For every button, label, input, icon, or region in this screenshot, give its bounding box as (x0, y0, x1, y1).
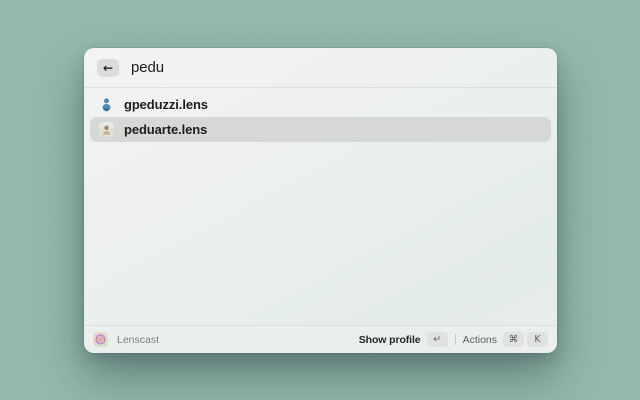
footer-app-info: Lenscast (93, 332, 359, 347)
result-row-peduarte[interactable]: peduarte.lens (90, 117, 551, 142)
app-name-label: Lenscast (117, 333, 160, 346)
actions-menu-button[interactable]: Actions ⌘ K (463, 332, 548, 347)
return-keycap: ↵ (426, 332, 448, 347)
result-row-gpeduzzi[interactable]: gpeduzzi.lens (90, 92, 551, 117)
lenscast-ring-icon (93, 332, 108, 347)
results-list: gpeduzzi.lens peduarte.lens (84, 88, 557, 325)
photo-avatar (99, 122, 114, 137)
person-avatar-icon (99, 97, 114, 112)
back-button[interactable]: ← (97, 58, 119, 77)
footer-actions: Show profile ↵ Actions ⌘ K (359, 332, 548, 347)
launcher-window: ← gpeduzzi.lens (84, 48, 557, 353)
result-label: gpeduzzi.lens (124, 97, 208, 112)
result-label: peduarte.lens (124, 122, 208, 137)
actions-label: Actions (462, 333, 497, 346)
search-input[interactable] (131, 59, 544, 76)
footer-divider (454, 334, 456, 345)
actions-shortcut: ⌘ K (503, 332, 548, 347)
footer: Lenscast Show profile ↵ Actions ⌘ K (84, 325, 557, 353)
show-profile-action[interactable]: Show profile ↵ (359, 332, 448, 347)
k-keycap: K (527, 332, 548, 347)
search-header: ← (84, 48, 557, 88)
command-keycap: ⌘ (503, 332, 524, 347)
back-arrow-icon: ← (102, 60, 114, 75)
show-profile-label: Show profile (358, 333, 421, 346)
